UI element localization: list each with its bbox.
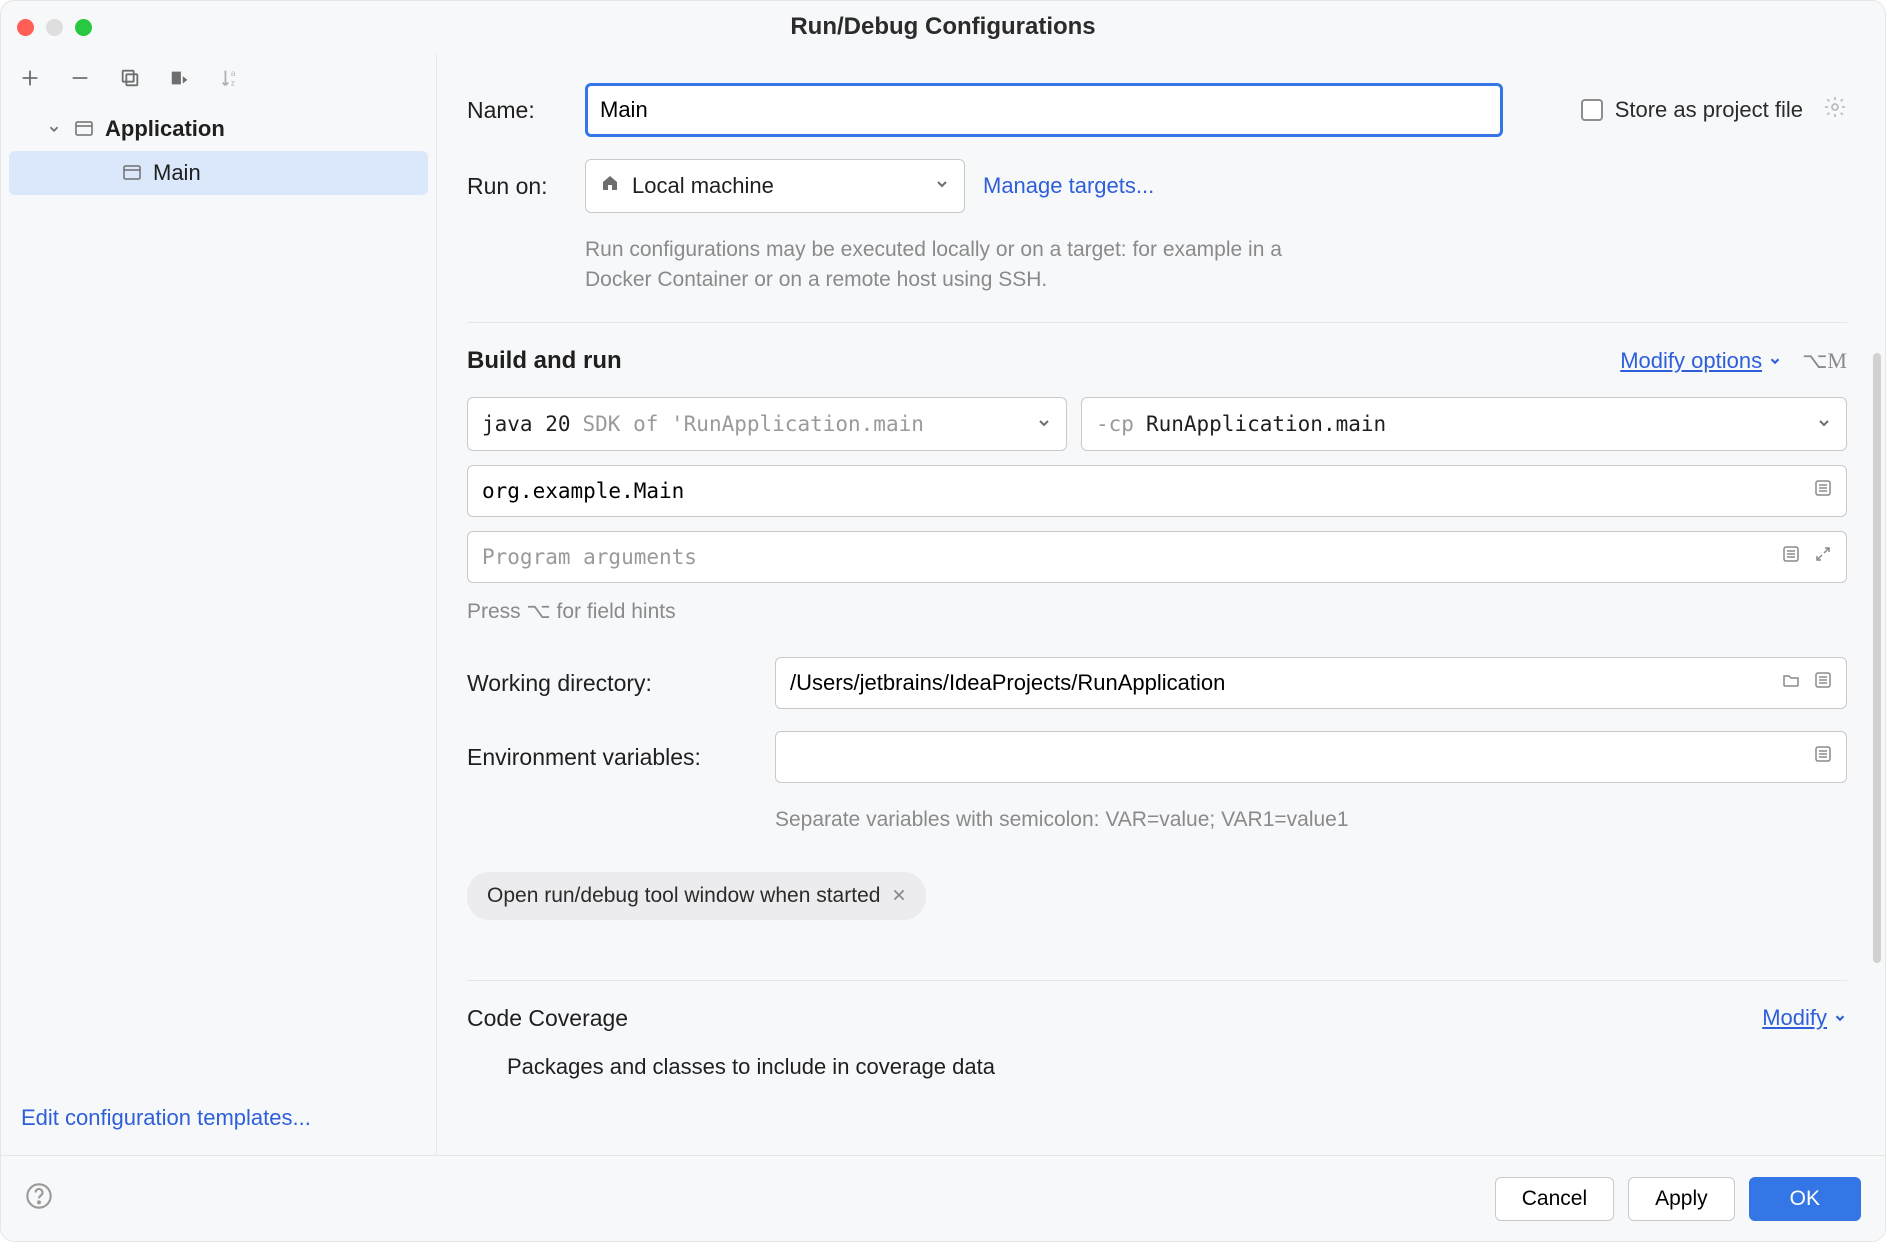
chevron-down-icon	[45, 120, 63, 138]
add-config-button[interactable]	[17, 65, 43, 91]
jdk-value: java 20	[482, 412, 571, 436]
cp-flag: -cp	[1096, 412, 1134, 436]
field-hints-text: Press ⌥ for field hints	[467, 597, 1847, 627]
cancel-button[interactable]: Cancel	[1495, 1177, 1614, 1221]
list-icon[interactable]	[1814, 479, 1832, 503]
coverage-title: Code Coverage	[467, 1005, 628, 1032]
config-form: Name: Store as project file Run on:	[437, 53, 1885, 1155]
program-args-field[interactable]	[467, 531, 1847, 583]
ok-button[interactable]: OK	[1749, 1177, 1861, 1221]
working-dir-label: Working directory:	[467, 670, 757, 697]
sort-alpha-button[interactable]: az	[217, 65, 243, 91]
tree-label-main: Main	[153, 160, 201, 186]
window-title: Run/Debug Configurations	[790, 13, 1095, 41]
chevron-down-icon	[1768, 348, 1782, 374]
scrollbar[interactable]	[1873, 353, 1881, 963]
tree-node-main[interactable]: Main	[9, 151, 428, 195]
name-label: Name:	[467, 97, 567, 124]
config-tree: Application Main	[1, 99, 436, 1087]
chip-label: Open run/debug tool window when started	[487, 884, 880, 908]
tree-label-application: Application	[105, 116, 225, 142]
open-tool-window-chip[interactable]: Open run/debug tool window when started	[467, 872, 926, 920]
main-class-input[interactable]	[482, 479, 1806, 503]
chevron-down-icon	[1833, 1005, 1847, 1031]
env-vars-input[interactable]	[790, 744, 1806, 770]
run-on-label: Run on:	[467, 173, 567, 200]
cp-value: RunApplication.main	[1146, 412, 1386, 436]
main-class-field[interactable]	[467, 465, 1847, 517]
close-window-button[interactable]	[17, 19, 34, 36]
env-vars-label: Environment variables:	[467, 744, 757, 771]
chevron-down-icon	[1816, 412, 1832, 436]
gear-icon[interactable]	[1823, 95, 1847, 125]
env-hint: Separate variables with semicolon: VAR=v…	[775, 805, 1847, 835]
dialog-footer: Cancel Apply OK	[1, 1155, 1885, 1241]
titlebar: Run/Debug Configurations	[1, 1, 1885, 53]
run-on-value: Local machine	[632, 173, 774, 199]
list-icon[interactable]	[1814, 671, 1832, 695]
home-icon	[600, 173, 620, 199]
env-vars-field[interactable]	[775, 731, 1847, 783]
help-button[interactable]	[25, 1182, 53, 1216]
apply-button[interactable]: Apply	[1628, 1177, 1735, 1221]
edit-templates-link[interactable]: Edit configuration templates...	[21, 1105, 311, 1130]
maximize-window-button[interactable]	[75, 19, 92, 36]
store-as-project-label: Store as project file	[1615, 97, 1803, 123]
svg-text:a: a	[231, 69, 236, 78]
chevron-down-icon	[1036, 412, 1052, 436]
working-dir-field[interactable]	[775, 657, 1847, 709]
working-dir-input[interactable]	[790, 670, 1774, 696]
jdk-select[interactable]: java 20 SDK of 'RunApplication.main	[467, 397, 1067, 451]
run-on-hint: Run configurations may be executed local…	[585, 235, 1285, 296]
remove-config-button[interactable]	[67, 65, 93, 91]
store-as-project-checkbox[interactable]	[1581, 99, 1603, 121]
coverage-modify-label: Modify	[1762, 1005, 1827, 1031]
close-icon[interactable]	[892, 884, 906, 908]
modify-options-link[interactable]: Modify options	[1620, 348, 1782, 374]
config-sidebar: az Application Main	[1, 53, 437, 1155]
sidebar-toolbar: az	[1, 53, 436, 99]
folder-icon[interactable]	[1782, 671, 1800, 695]
modify-options-shortcut: ⌥M	[1802, 348, 1847, 374]
modify-options-label: Modify options	[1620, 348, 1762, 374]
list-icon[interactable]	[1814, 745, 1832, 769]
build-run-title: Build and run	[467, 347, 622, 375]
application-icon	[121, 162, 143, 184]
expand-icon[interactable]	[1814, 545, 1832, 569]
chevron-down-icon	[934, 175, 950, 198]
list-icon[interactable]	[1782, 545, 1800, 569]
program-args-input[interactable]	[482, 545, 1774, 569]
coverage-desc: Packages and classes to include in cover…	[507, 1054, 1847, 1098]
tree-node-application[interactable]: Application	[9, 107, 428, 151]
run-on-select[interactable]: Local machine	[585, 159, 965, 213]
window-controls	[17, 19, 92, 36]
svg-text:z: z	[231, 78, 235, 87]
minimize-window-button[interactable]	[46, 19, 63, 36]
copy-config-button[interactable]	[117, 65, 143, 91]
name-input[interactable]	[585, 83, 1503, 137]
jdk-desc: SDK of 'RunApplication.main	[583, 412, 924, 436]
separator	[467, 322, 1847, 323]
name-input-field[interactable]	[600, 97, 1488, 123]
separator	[467, 980, 1847, 981]
application-icon	[73, 118, 95, 140]
coverage-modify-link[interactable]: Modify	[1762, 1005, 1847, 1031]
run-debug-config-window: Run/Debug Configurations az	[0, 0, 1886, 1242]
save-template-button[interactable]	[167, 65, 193, 91]
classpath-select[interactable]: -cp RunApplication.main	[1081, 397, 1847, 451]
manage-targets-link[interactable]: Manage targets...	[983, 173, 1154, 199]
